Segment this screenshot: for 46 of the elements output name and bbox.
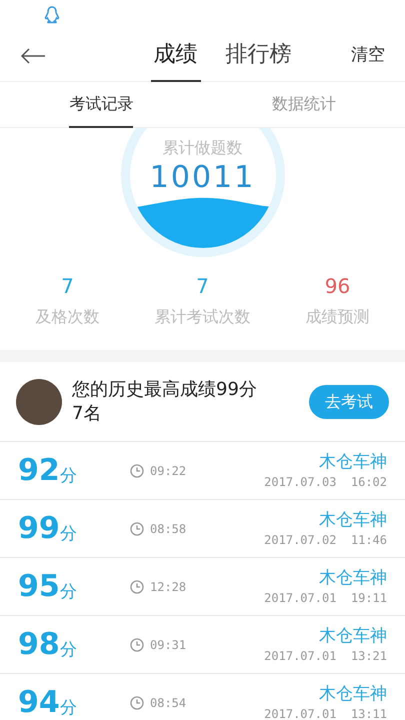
clock-icon: [130, 696, 144, 710]
stat-value: 96: [324, 273, 350, 300]
clock-icon: [130, 638, 144, 652]
duration-text: 08:58: [150, 520, 186, 538]
stat-label: 成绩预测: [306, 306, 370, 328]
record-datetime: 2017.07.03 16:02: [264, 474, 387, 490]
total-label: 累计做题数: [162, 137, 242, 159]
duration-text: 09:22: [150, 462, 186, 480]
duration-text: 12:28: [150, 578, 186, 596]
record-title: 木仓车神: [319, 450, 387, 472]
stat-label: 及格次数: [36, 306, 100, 328]
avatar: [16, 378, 62, 424]
clear-button[interactable]: 清空: [351, 42, 385, 68]
record-title: 木仓车神: [319, 682, 387, 704]
total-value: 10011: [150, 160, 256, 196]
record-title: 木仓车神: [319, 508, 387, 530]
clock-icon: [130, 464, 144, 478]
record-datetime: 2017.07.02 11:46: [264, 532, 387, 548]
stat-label: 累计考试次数: [154, 306, 250, 328]
record-datetime: 2017.07.01 13:11: [264, 706, 387, 720]
duration-text: 09:31: [150, 636, 186, 654]
tab[interactable]: 成绩: [150, 30, 200, 82]
score-value: 94: [18, 686, 60, 720]
score-unit: 分: [60, 696, 77, 720]
score-unit: 分: [60, 522, 77, 546]
best-score-text: 您的历史最高成绩99分: [72, 378, 258, 402]
score-value: 99: [18, 512, 60, 546]
duration-text: 08:54: [150, 694, 186, 712]
score-value: 95: [18, 570, 60, 604]
tab[interactable]: 排行榜: [222, 30, 294, 82]
record-datetime: 2017.07.01 19:11: [264, 590, 387, 606]
score-value: 92: [18, 454, 60, 488]
clock-icon: [130, 580, 144, 594]
stat-value: 7: [61, 273, 74, 300]
record-datetime: 2017.07.01 13:21: [264, 648, 387, 664]
score-unit: 分: [60, 580, 77, 604]
record-title: 木仓车神: [319, 624, 387, 646]
record-title: 木仓车神: [319, 566, 387, 588]
score-unit: 分: [60, 638, 77, 662]
stat-value: 7: [196, 273, 209, 300]
rank-text: 7名: [72, 402, 102, 426]
clock-icon: [130, 522, 144, 536]
score-value: 98: [18, 628, 60, 662]
score-unit: 分: [60, 464, 77, 488]
penguin-icon: [44, 6, 60, 24]
sub-tab[interactable]: 考试记录: [69, 82, 134, 128]
